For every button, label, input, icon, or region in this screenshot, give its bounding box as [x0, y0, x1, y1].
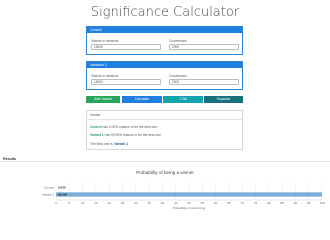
- verdict-control-text: has 0.00% chance to be the best one.: [102, 125, 159, 129]
- x-tick-label: 50: [187, 201, 191, 205]
- x-axis-label: Probability of performing: [173, 206, 206, 210]
- verdict-panel: Verdict Control has 0.00% chance to be t…: [86, 110, 243, 150]
- x-tick-label: 25: [121, 201, 125, 205]
- y-category-label: Variant 1: [42, 193, 54, 197]
- control-panel: Control Visitors or sessions 15000 Conve…: [86, 26, 243, 55]
- verdict-variant-text: has 99.99% chance to be the best one.: [104, 133, 162, 137]
- chart-title: Probability of being a winner: [136, 170, 194, 175]
- add-variant-button[interactable]: Add Variant: [86, 96, 120, 103]
- calculate-button[interactable]: Calculate: [122, 96, 162, 103]
- x-tick-label: 55: [201, 201, 205, 205]
- verdict-control-name: Control: [90, 125, 102, 129]
- x-tick-label: 65: [227, 201, 231, 205]
- control-visitors-label: Visitors or sessions: [91, 39, 119, 43]
- variation-visitors-label: Visitors or sessions: [91, 74, 119, 78]
- variation-panel: Variation 1 Visitors or sessions 15000 C…: [86, 61, 243, 90]
- variation-header: Variation 1: [87, 62, 242, 68]
- separate-button[interactable]: Separate: [204, 96, 243, 103]
- variation-conversions-label: Conversions: [169, 74, 187, 78]
- verdict-best-prefix: The best one is:: [90, 142, 114, 146]
- y-category-label: Control: [44, 186, 54, 190]
- verdict-best-name: Variant 1: [114, 142, 129, 146]
- x-tick-label: 0: [55, 201, 57, 205]
- probability-chart: 0 5 10 15 20 25 30 35 40 45 50 55 60 65 70 75 80 85 90 95 10…: [42, 182, 325, 210]
- control-conversions-label: Conversions: [169, 39, 187, 43]
- x-tick-label: 85: [280, 201, 284, 205]
- x-tick-label: 90: [294, 201, 298, 205]
- one-tail-button[interactable]: 1 Tail: [163, 96, 203, 103]
- x-tick-label: 70: [241, 201, 245, 205]
- verdict-control-line: Control has 0.00% chance to be the best …: [90, 125, 158, 129]
- x-tick-label: 80: [267, 201, 271, 205]
- control-header: Control: [87, 27, 242, 33]
- variation-visitors-input[interactable]: 15000: [91, 79, 161, 85]
- x-tick-label: 35: [147, 201, 151, 205]
- bar: [56, 192, 322, 197]
- x-tick-label: 15: [94, 201, 98, 205]
- x-tick-label: 100: [319, 201, 324, 205]
- control-visitors-input[interactable]: 15000: [91, 44, 161, 50]
- bar-value-label: 99.999: [58, 193, 68, 197]
- verdict-variant-name: Variant 1: [90, 133, 104, 137]
- x-tick-label: 5: [68, 201, 70, 205]
- x-tick-label: 60: [214, 201, 218, 205]
- verdict-variant-line: Variant 1 has 99.99% chance to be the be…: [90, 133, 162, 137]
- page-title: Significance Calculator: [90, 5, 240, 20]
- x-tick-label: 75: [254, 201, 258, 205]
- x-tick-label: 45: [174, 201, 178, 205]
- section-divider: [0, 161, 330, 162]
- control-conversions-input[interactable]: 2000: [169, 44, 239, 50]
- x-tick-label: 20: [108, 201, 112, 205]
- x-tick-label: 40: [161, 201, 165, 205]
- verdict-best-line: The best one is: Variant 1: [90, 142, 128, 146]
- bar-value-label: 0.000: [58, 186, 66, 190]
- x-tick-label: 95: [307, 201, 311, 205]
- x-tick-label: 10: [81, 201, 85, 205]
- verdict-header: Verdict: [87, 111, 242, 120]
- variation-conversions-input[interactable]: 2300: [169, 79, 239, 85]
- x-tick-label: 30: [134, 201, 138, 205]
